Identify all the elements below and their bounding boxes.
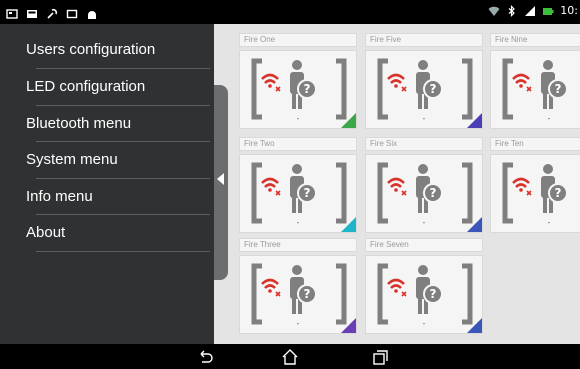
tile-status: - [296,114,300,123]
tile-body: ? - [365,154,483,233]
tile-status: - [547,218,551,227]
status-corner [467,113,482,128]
tile-title: Fire One [239,33,357,47]
status-left-icons [6,5,98,19]
tile-title: Fire Ten [490,137,580,151]
status-bar: 10: [0,0,580,24]
tile-status: - [422,114,426,123]
tile-title: Fire Five [365,33,483,47]
device-tile[interactable]: Fire Seven ? - [365,238,483,334]
tile-body: ? - [239,50,357,129]
status-corner [341,217,356,232]
tile-body: ? - [239,154,357,233]
tile-title: Fire Three [239,238,357,252]
android-icon [86,5,98,19]
image-icon [26,5,38,18]
home-icon[interactable] [281,348,299,366]
device-tile[interactable]: Fire One ? - [239,33,357,129]
status-corner [467,318,482,333]
svg-text:?: ? [304,82,311,96]
tile-title: Fire Nine [490,33,580,47]
device-tile[interactable]: Fire Five ? - [365,33,483,129]
svg-text:?: ? [430,287,437,301]
signal-icon [524,5,536,17]
svg-text:?: ? [555,82,562,96]
tile-title: Fire Six [365,137,483,151]
status-time: 10: [560,4,578,17]
menu-item-users-configuration[interactable]: Users configuration [26,32,214,68]
menu-item-about[interactable]: About [26,215,214,251]
device-tile[interactable]: Fire Two ? - [239,137,357,233]
menu-item-bluetooth-menu[interactable]: Bluetooth menu [26,106,214,142]
tile-body: ? - [490,154,580,233]
bluetooth-icon [506,4,518,17]
device-tile[interactable]: Fire Six ? - [365,137,483,233]
recents-icon[interactable] [371,348,389,366]
navigation-bar [0,344,580,369]
tile-title: Fire Two [239,137,357,151]
status-corner [467,217,482,232]
tile-status: - [422,319,426,328]
tile-status: - [296,319,300,328]
tile-body: ? - [365,50,483,129]
menu-item-system-menu[interactable]: System menu [26,142,214,178]
tile-title: Fire Seven [365,238,483,252]
svg-text:?: ? [304,287,311,301]
navigation-drawer: Users configuration LED configuration Bl… [0,24,214,344]
screenshot-icon [6,5,18,19]
device-tile[interactable]: Fire Three ? - [239,238,357,334]
menu-item-info-menu[interactable]: Info menu [26,179,214,215]
status-corner [341,113,356,128]
drawer-handle[interactable] [214,85,228,280]
back-icon[interactable] [196,348,214,366]
wifi-icon [488,5,500,17]
tile-body: ? - [239,255,357,334]
chevron-left-icon [217,173,224,185]
status-right-icons: 10: [488,4,578,17]
menu-divider [36,251,210,252]
menu-item-led-configuration[interactable]: LED configuration [26,69,214,105]
tile-status: - [422,218,426,227]
svg-text:?: ? [304,186,311,200]
svg-text:?: ? [430,186,437,200]
svg-text:?: ? [430,82,437,96]
battery-icon [542,5,554,17]
tile-body: ? - [490,50,580,129]
square-icon [66,5,78,19]
svg-text:?: ? [555,186,562,200]
device-tile[interactable]: Fire Nine ? - [490,33,580,129]
status-corner [341,318,356,333]
tile-status: - [296,218,300,227]
tile-status: - [547,114,551,123]
device-tile[interactable]: Fire Ten ? - [490,137,580,233]
wrench-icon [46,5,58,19]
tile-body: ? - [365,255,483,334]
device-grid: Fire One ? - Fire Five ? - Fire Nine ? -… [228,24,580,344]
